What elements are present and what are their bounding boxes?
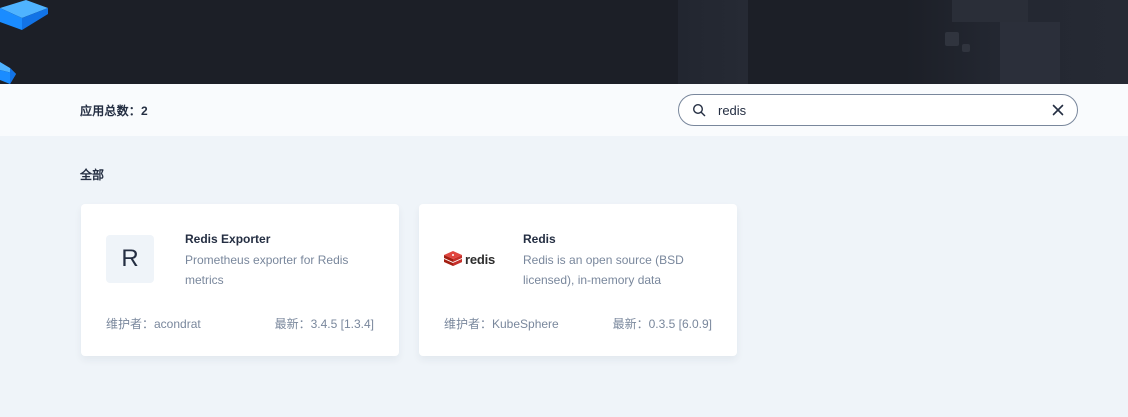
redis-logo-text: redis (465, 251, 496, 267)
app-card-redis[interactable]: redis Redis Redis is an open source (BSD… (419, 204, 737, 356)
app-description: Redis is an open source (BSD licensed), … (523, 253, 684, 287)
cube-decoration-icon (0, 0, 48, 30)
banner-shadow-shape (962, 44, 970, 52)
search-box[interactable] (678, 94, 1078, 126)
app-latest-version: 最新：0.3.5 [6.0.9] (612, 317, 712, 331)
clear-search-icon[interactable] (1051, 103, 1065, 117)
app-name: Redis (523, 232, 556, 246)
banner-shadow-shape (952, 0, 1028, 22)
app-card-redis-exporter[interactable]: R Redis Exporter Prometheus exporter for… (81, 204, 399, 356)
banner-shadow-shape (1000, 22, 1060, 84)
app-description: Prometheus exporter for Redis metrics (185, 253, 349, 287)
app-latest-version: 最新：3.4.5 [1.3.4] (274, 317, 374, 331)
banner-shadow-shape (945, 32, 959, 46)
app-maintainer: 维护者：KubeSphere (444, 317, 559, 331)
app-icon: R (106, 235, 154, 283)
app-toolbar: 应用总数：2 (0, 84, 1128, 136)
app-name: Redis Exporter (185, 232, 271, 246)
search-icon (692, 103, 706, 117)
app-maintainer: 维护者：acondrat (106, 317, 201, 331)
cube-decoration-icon (0, 62, 16, 84)
section-title: 全部 (80, 168, 105, 182)
banner-shadow-shape (678, 0, 748, 84)
app-total-count: 应用总数：2 (80, 104, 148, 118)
redis-cube-icon (444, 251, 462, 266)
hero-banner (0, 0, 1128, 84)
search-input[interactable] (718, 101, 1038, 119)
redis-logo-icon: redis (444, 250, 496, 268)
